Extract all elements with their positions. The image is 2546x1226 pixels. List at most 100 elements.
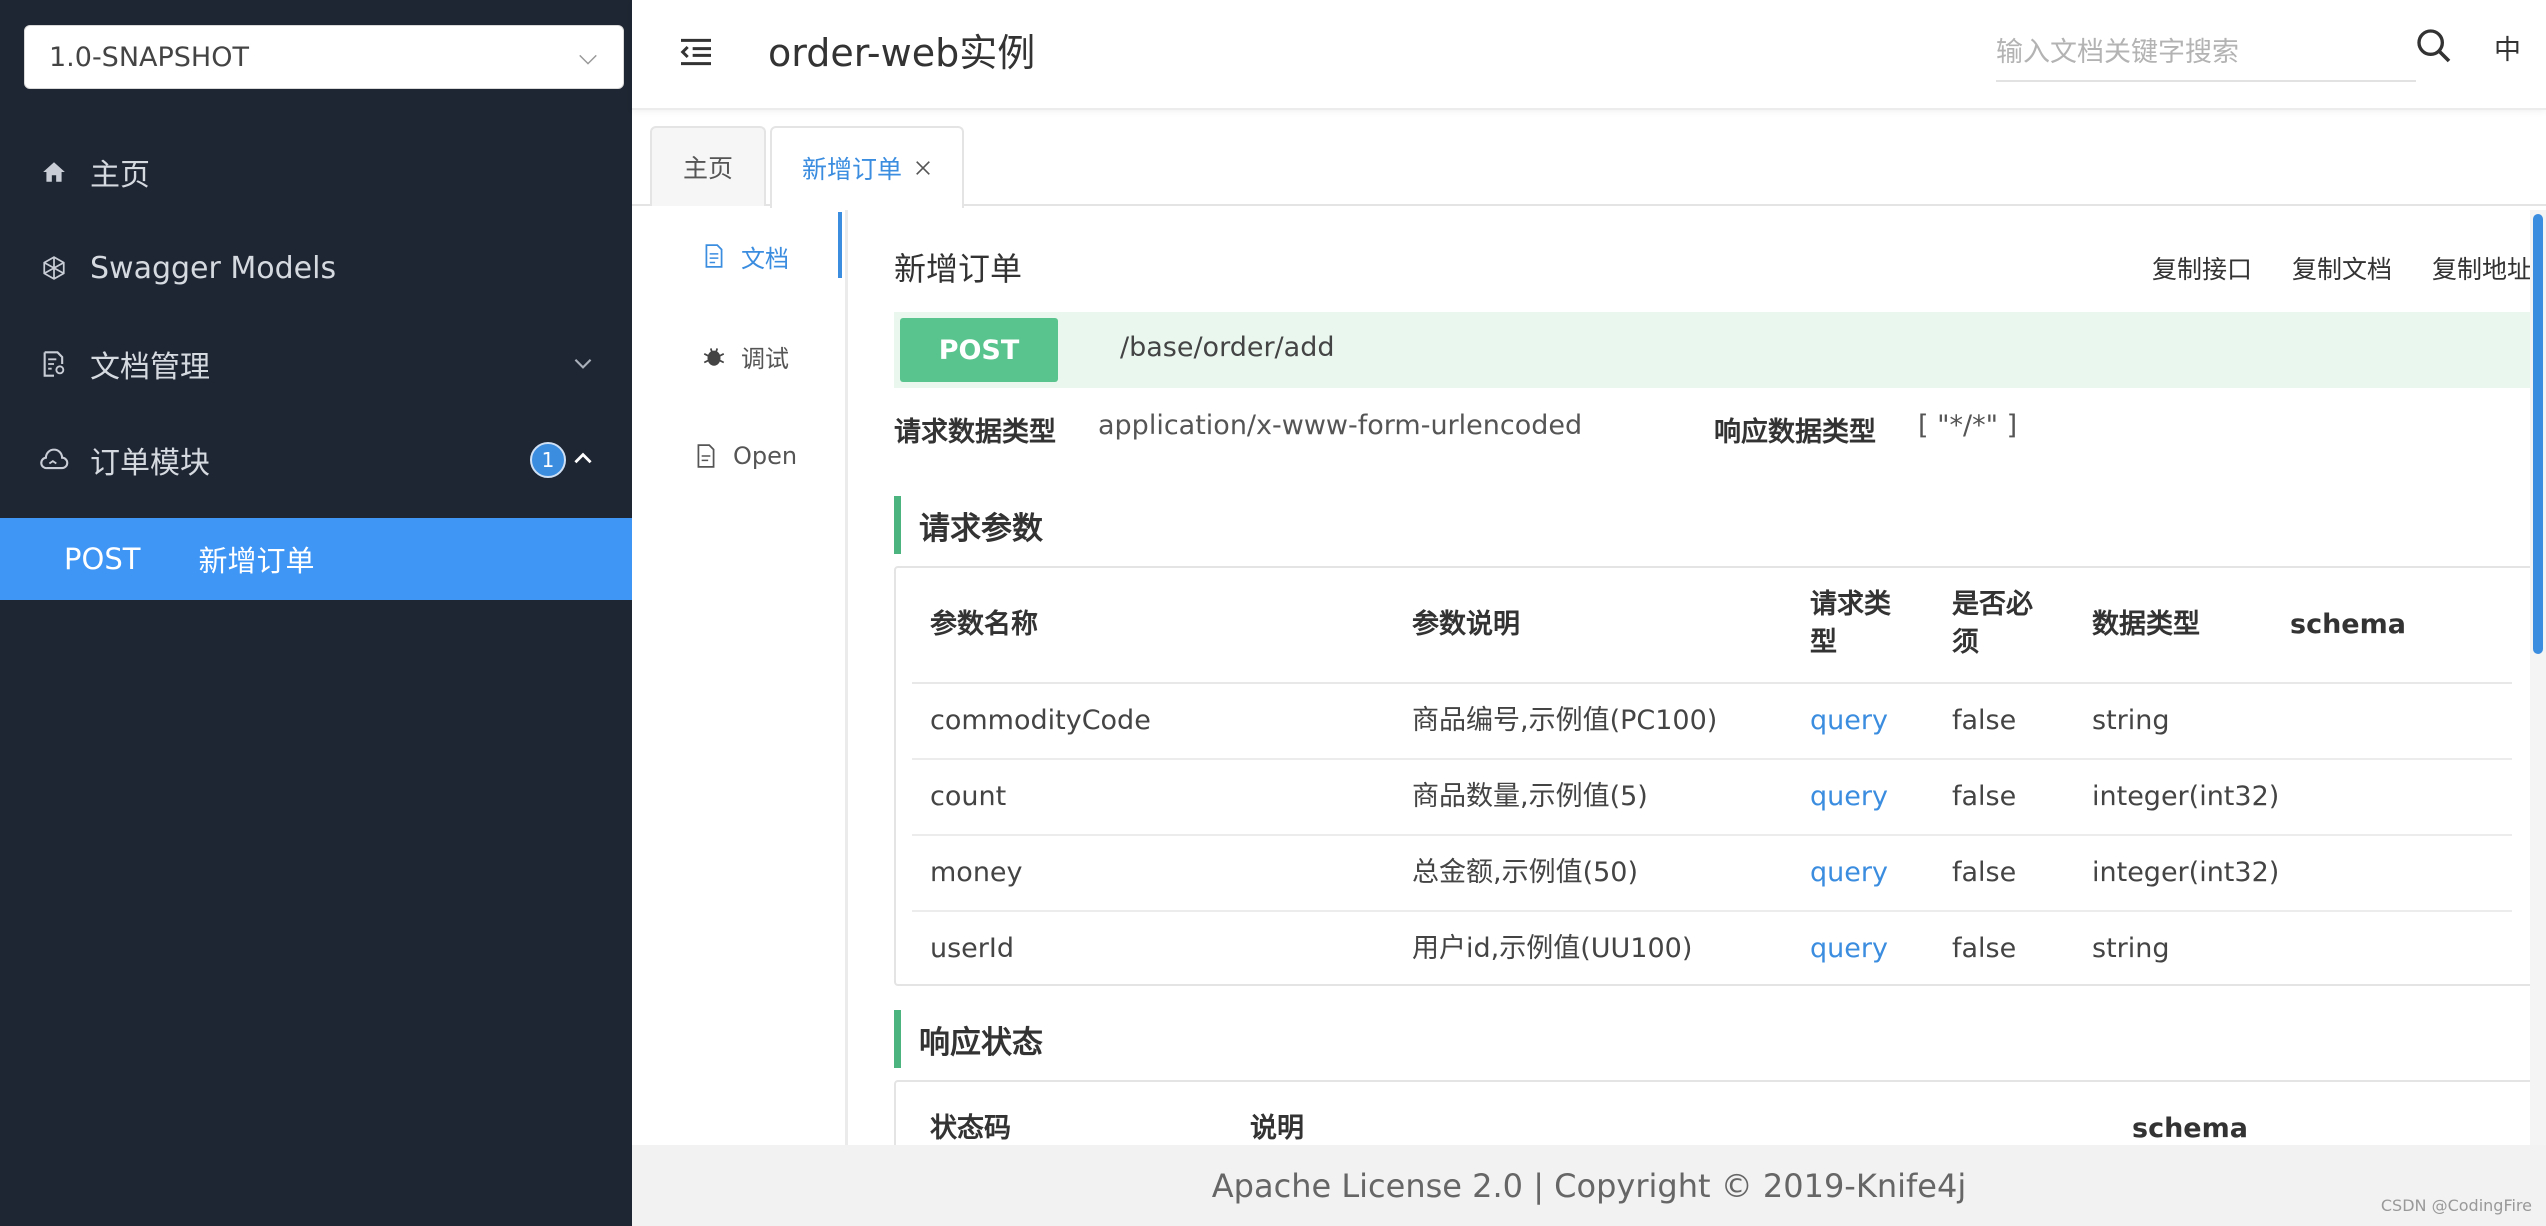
sidebar-subitem-add-order[interactable]: POST 新增订单: [0, 518, 632, 600]
doc-menu-document[interactable]: 文档: [642, 226, 848, 286]
param-required: false: [1952, 781, 2017, 812]
param-desc: 用户id,示例值(UU100): [1412, 933, 1693, 964]
param-desc: 商品数量,示例值(5): [1412, 781, 1648, 812]
param-in: query: [1810, 933, 1888, 964]
param-in: query: [1810, 781, 1888, 812]
table-header: 参数名称 参数说明 请求类 型 是否必 须 数据类型 schema: [912, 568, 2512, 684]
table-row: commodityCode 商品编号,示例值(PC100) query fals…: [912, 684, 2512, 760]
sidebar-item-label: 主页: [90, 158, 150, 193]
param-name: count: [930, 781, 1007, 812]
doc-menu-label: Open: [732, 442, 798, 470]
param-type: string: [2092, 705, 2170, 736]
active-indicator: [838, 212, 842, 278]
document-icon: [705, 244, 723, 268]
content-types: 请求数据类型 application/x-www-form-urlencoded…: [894, 410, 2546, 460]
chevron-down-icon: [574, 358, 592, 369]
doc-menu: 文档 调试 Open: [642, 210, 848, 1226]
doc-menu-debug[interactable]: 调试: [642, 326, 848, 386]
response-type-value: [ "*/*" ]: [1918, 410, 2018, 441]
tab-home[interactable]: 主页: [650, 126, 766, 206]
col-header: 参数说明: [1412, 609, 1520, 640]
watermark: CSDN @CodingFire: [2380, 1196, 2532, 1215]
param-in: query: [1810, 705, 1888, 736]
sidebar-item-doc-manage[interactable]: 文档管理: [0, 316, 632, 412]
request-params-title: 请求参数: [894, 496, 1043, 554]
copy-links: 复制接口 复制文档 复制地址: [2152, 250, 2532, 286]
app-title: order-web实例: [768, 31, 1036, 75]
param-required: false: [1952, 705, 2017, 736]
request-type-label: 请求数据类型: [894, 417, 1056, 448]
endpoint-path: /base/order/add: [1120, 332, 1335, 363]
search-icon[interactable]: [2414, 26, 2454, 66]
doc-menu-open[interactable]: Open: [642, 426, 848, 486]
param-type: integer(int32): [2092, 781, 2280, 812]
col-header: 请求类 型: [1810, 589, 1891, 658]
home-icon: [38, 156, 70, 188]
copy-doc-link[interactable]: 复制文档: [2292, 250, 2392, 286]
endpoint-bar: POST /base/order/add: [894, 312, 2546, 388]
table-row: money 总金额,示例值(50) query false integer(in…: [912, 836, 2512, 912]
col-header: 状态码: [930, 1113, 1011, 1144]
param-in: query: [1810, 857, 1888, 888]
api-title: 新增订单: [894, 250, 1023, 288]
version-value: 1.0-SNAPSHOT: [49, 41, 249, 73]
search-input[interactable]: [1996, 24, 2416, 80]
table-row: userId 用户id,示例值(UU100) query false strin…: [912, 912, 2512, 988]
sidebar: 1.0-SNAPSHOT 主页 Swagger Models 文档管理 订单模块…: [0, 0, 632, 1226]
col-header: schema: [2290, 609, 2406, 640]
language-switch[interactable]: 中: [2494, 28, 2521, 67]
cloud-icon: [38, 444, 70, 476]
doc-manage-icon: [38, 348, 70, 380]
tab-bar: 主页 新增订单: [632, 110, 2546, 208]
menu-fold-icon[interactable]: [676, 32, 716, 72]
tab-label: 新增订单: [801, 155, 902, 184]
top-header: order-web实例 中: [632, 0, 2546, 110]
col-header: 说明: [1250, 1113, 1304, 1144]
param-desc: 商品编号,示例值(PC100): [1412, 705, 1718, 736]
param-type: string: [2092, 933, 2170, 964]
col-header: 是否必 须: [1952, 589, 2033, 658]
param-type: integer(int32): [2092, 857, 2280, 888]
col-header: schema: [2132, 1113, 2248, 1144]
version-select[interactable]: 1.0-SNAPSHOT: [24, 25, 624, 89]
param-required: false: [1952, 933, 2017, 964]
bug-icon: [703, 348, 725, 366]
sidebar-item-order-module[interactable]: 订单模块 1: [0, 412, 632, 508]
http-method-badge: POST: [900, 318, 1058, 382]
scrollbar-thumb[interactable]: [2533, 214, 2543, 654]
tab-label: 主页: [682, 154, 733, 183]
chevron-down-icon: [579, 54, 597, 65]
chevron-up-icon: [574, 452, 592, 464]
models-icon: [38, 252, 70, 284]
col-header: 数据类型: [2092, 609, 2200, 640]
sidebar-item-label: 订单模块: [90, 446, 210, 481]
response-status-table: 状态码 说明 schema: [894, 1080, 2546, 1145]
param-name: money: [930, 857, 1023, 888]
close-icon[interactable]: [914, 159, 932, 177]
copy-api-link[interactable]: 复制接口: [2152, 250, 2252, 286]
doc-menu-label: 文档: [741, 244, 789, 273]
response-type-label: 响应数据类型: [1714, 417, 1876, 448]
table-row: count 商品数量,示例值(5) query false integer(in…: [912, 760, 2512, 836]
sidebar-item-home[interactable]: 主页: [0, 124, 632, 220]
param-desc: 总金额,示例值(50): [1412, 857, 1639, 888]
request-params-table: 参数名称 参数说明 请求类 型 是否必 须 数据类型 schema commod…: [894, 566, 2546, 986]
file-icon: [697, 444, 715, 468]
response-status-title: 响应状态: [894, 1010, 1043, 1068]
sidebar-subitem-label: 新增订单: [198, 544, 315, 578]
sidebar-item-label: 文档管理: [90, 350, 210, 385]
param-name: userId: [930, 933, 1014, 964]
param-required: false: [1952, 857, 2017, 888]
method-label: POST: [64, 542, 141, 576]
count-badge: 1: [530, 442, 566, 478]
tab-add-order[interactable]: 新增订单: [770, 126, 964, 208]
col-header: 参数名称: [930, 609, 1038, 640]
request-type-value: application/x-www-form-urlencoded: [1098, 410, 1583, 441]
param-name: commodityCode: [930, 705, 1151, 736]
footer: Apache License 2.0 | Copyright © 2019-Kn…: [632, 1145, 2546, 1226]
search-field: [1996, 24, 2416, 82]
api-doc-content: 新增订单 复制接口 复制文档 复制地址 POST /base/order/add…: [870, 210, 2546, 1145]
sidebar-item-swagger-models[interactable]: Swagger Models: [0, 220, 632, 316]
doc-menu-label: 调试: [741, 344, 789, 373]
copy-url-link[interactable]: 复制地址: [2432, 250, 2532, 286]
